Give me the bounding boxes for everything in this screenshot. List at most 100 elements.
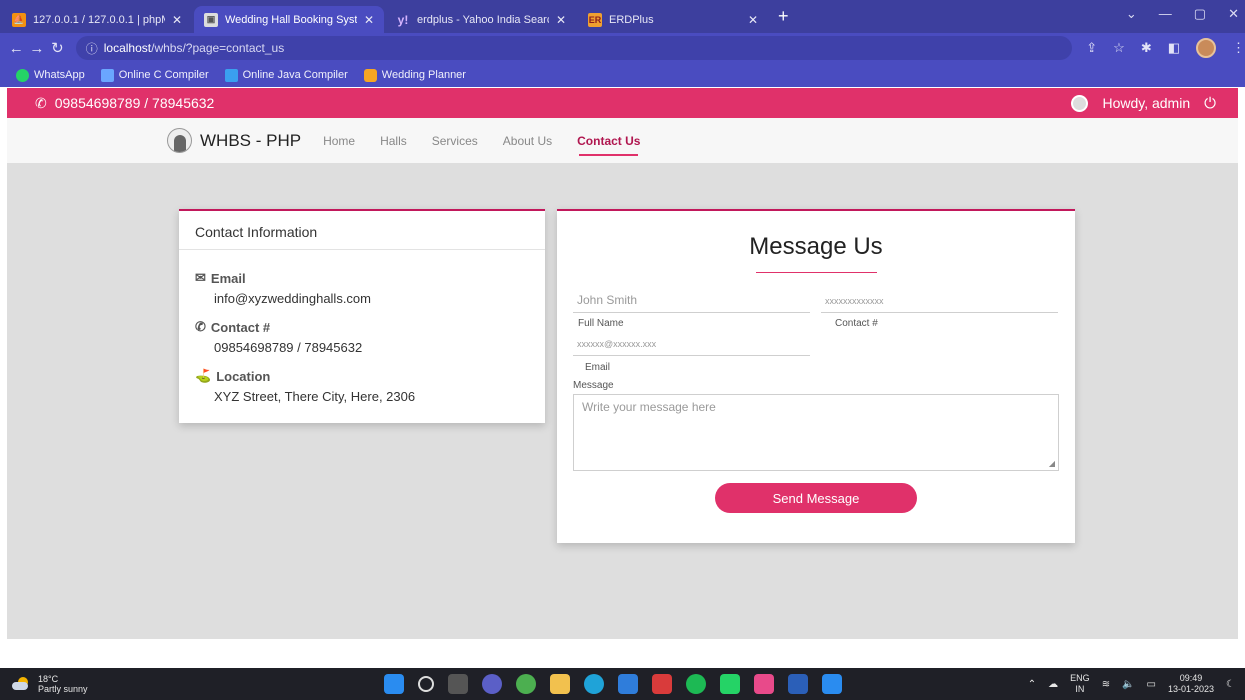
cloud-sync-icon[interactable]: ☁ — [1048, 679, 1058, 690]
minimize-icon[interactable]: — — [1159, 6, 1172, 22]
bookmark-online-java-compiler[interactable]: Online Java Compiler — [224, 68, 348, 82]
back-icon[interactable]: ← — [6, 40, 27, 57]
topbar-phone: 09854698789 / 78945632 — [54, 95, 215, 111]
chat-icon[interactable] — [482, 674, 502, 694]
new-tab-icon[interactable]: + — [768, 6, 799, 33]
message-us-card: Message Us John Smith Full Name xxxxxxxx… — [557, 209, 1075, 543]
bookmark-label: Online C Compiler — [118, 69, 209, 81]
store-icon[interactable] — [618, 674, 638, 694]
send-message-button[interactable]: Send Message — [715, 483, 917, 513]
tab-phpmyadmin[interactable]: ⛵ 127.0.0.1 / 127.0.0.1 | phpMyAdm ✕ — [2, 6, 192, 33]
tab-wedding-hall[interactable]: ▣ Wedding Hall Booking System ✕ — [194, 6, 384, 33]
tab-search-icon[interactable]: ⌄ — [1126, 6, 1137, 22]
site-favicon-icon: ▣ — [204, 12, 218, 27]
task-view-icon[interactable] — [448, 674, 468, 694]
weather-text: Partly sunny — [38, 684, 88, 694]
email-field-label: Email — [585, 362, 611, 373]
word-icon[interactable] — [788, 674, 808, 694]
resize-handle-icon[interactable]: ◢ — [1049, 459, 1055, 468]
calendar-app-icon[interactable] — [754, 674, 774, 694]
compiler-icon — [100, 68, 114, 82]
whatsapp-app-icon[interactable] — [720, 674, 740, 694]
profile-avatar-icon[interactable] — [1196, 38, 1217, 58]
system-tray: ⌃ ☁ ENG IN ≋ 🔈 ▭ 09:49 13-01-2023 ☾ — [1028, 673, 1245, 695]
spotify-icon[interactable] — [686, 674, 706, 694]
vscode-icon[interactable] — [822, 674, 842, 694]
contact-info-card: Contact Information ✉ Email info@xyzwedd… — [179, 209, 545, 423]
edge-icon[interactable] — [584, 674, 604, 694]
tab-erdplus[interactable]: ER ERDPlus ✕ — [578, 6, 768, 33]
weather-widget[interactable]: 18°C Partly sunny — [0, 674, 330, 694]
mcafee-icon[interactable] — [652, 674, 672, 694]
chevron-up-icon[interactable]: ⌃ — [1028, 679, 1036, 690]
brand[interactable]: WHBS - PHP — [167, 128, 301, 153]
nav-about-us[interactable]: About Us — [503, 134, 552, 148]
location-label: Location — [216, 368, 271, 384]
search-icon[interactable] — [418, 676, 434, 692]
close-tab-icon[interactable]: ✕ — [748, 13, 758, 27]
battery-icon[interactable]: ▭ — [1147, 679, 1156, 690]
nav-home[interactable]: Home — [323, 134, 355, 148]
restore-icon[interactable]: ▢ — [1194, 6, 1206, 22]
reload-icon[interactable]: ↻ — [47, 39, 68, 57]
extensions-icon[interactable]: ✱ — [1141, 40, 1152, 56]
browser-tab-strip: ⛵ 127.0.0.1 / 127.0.0.1 | phpMyAdm ✕ ▣ W… — [0, 0, 1245, 33]
whatsapp-icon — [16, 68, 29, 82]
nav-services[interactable]: Services — [432, 134, 478, 148]
java-icon — [224, 68, 238, 82]
language-indicator[interactable]: ENG IN — [1070, 673, 1090, 695]
windows-start-icon[interactable] — [384, 674, 404, 694]
bookmarks-bar: WhatsApp Online C Compiler Online Java C… — [0, 63, 1245, 87]
star-icon[interactable]: ☆ — [1113, 40, 1125, 56]
brand-name: WHBS - PHP — [200, 130, 302, 150]
map-icon: ⛳ — [195, 368, 212, 383]
url-field[interactable]: ⓘ localhost/whbs/?page=contact_us — [75, 36, 1073, 60]
close-tab-icon[interactable]: ✕ — [172, 13, 182, 27]
nav-halls[interactable]: Halls — [380, 134, 407, 148]
chrome-icon[interactable] — [516, 674, 536, 694]
lang-bottom: IN — [1075, 684, 1085, 694]
wifi-icon[interactable]: ≋ — [1102, 679, 1110, 690]
taskbar: 18°C Partly sunny ⌃ ☁ ENG IN ≋ 🔈 ▭ 09:49… — [0, 668, 1245, 700]
bookmark-wedding-planner[interactable]: Wedding Planner — [363, 68, 466, 82]
share-icon[interactable]: ⇪ — [1086, 40, 1097, 56]
site-topbar: ✆ 09854698789 / 78945632 Howdy, admin ⏻ — [7, 88, 1238, 118]
clock-time: 09:49 — [1179, 673, 1203, 683]
forward-icon[interactable]: → — [27, 40, 48, 57]
message-placeholder: Write your message here — [582, 400, 716, 414]
message-us-title: Message Us — [749, 233, 883, 260]
contact-label: Contact # — [210, 319, 271, 335]
bookmark-label: Wedding Planner — [381, 69, 466, 81]
message-textarea[interactable]: Write your message here ◢ — [573, 394, 1059, 471]
close-window-icon[interactable]: ✕ — [1228, 6, 1239, 22]
close-tab-icon[interactable]: ✕ — [556, 13, 566, 27]
nav-contact-us[interactable]: Contact Us — [577, 134, 640, 156]
tab-yahoo-search[interactable]: y! erdplus - Yahoo India Search Res ✕ — [386, 6, 576, 33]
contact-info-title: Contact Information — [179, 211, 545, 250]
close-tab-icon[interactable]: ✕ — [364, 13, 374, 27]
user-avatar[interactable] — [1071, 94, 1089, 112]
contact-field-label: Contact # — [835, 318, 878, 329]
envelope-icon: ✉ — [195, 270, 206, 285]
bookmark-whatsapp[interactable]: WhatsApp — [16, 68, 85, 82]
file-explorer-icon[interactable] — [550, 674, 570, 694]
phone-icon: ✆ — [35, 94, 47, 111]
greeting-text[interactable]: Howdy, admin — [1102, 95, 1190, 111]
email-input[interactable]: xxxxxx@xxxxxx.xxx — [573, 332, 810, 356]
info-icon[interactable]: ⓘ — [86, 40, 98, 57]
notifications-icon[interactable]: ☾ — [1226, 679, 1235, 690]
fullname-input[interactable]: John Smith — [573, 289, 810, 313]
contact-input[interactable]: xxxxxxxxxxxxx — [821, 289, 1058, 313]
phone-icon: ✆ — [195, 319, 206, 334]
url-host: localhost — [103, 41, 152, 55]
clock[interactable]: 09:49 13-01-2023 — [1168, 673, 1214, 695]
logout-icon[interactable]: ⏻ — [1204, 95, 1216, 112]
volume-icon[interactable]: 🔈 — [1122, 679, 1134, 690]
sidepanel-icon[interactable]: ◧ — [1168, 40, 1180, 56]
email-value: info@xyzweddinghalls.com — [214, 291, 371, 306]
bookmark-label: Online Java Compiler — [242, 69, 348, 81]
tab-title: Wedding Hall Booking System — [225, 13, 357, 26]
bookmark-online-c-compiler[interactable]: Online C Compiler — [100, 68, 209, 82]
contact-value: 09854698789 / 78945632 — [214, 340, 363, 355]
menu-icon[interactable]: ⋮ — [1232, 40, 1245, 56]
